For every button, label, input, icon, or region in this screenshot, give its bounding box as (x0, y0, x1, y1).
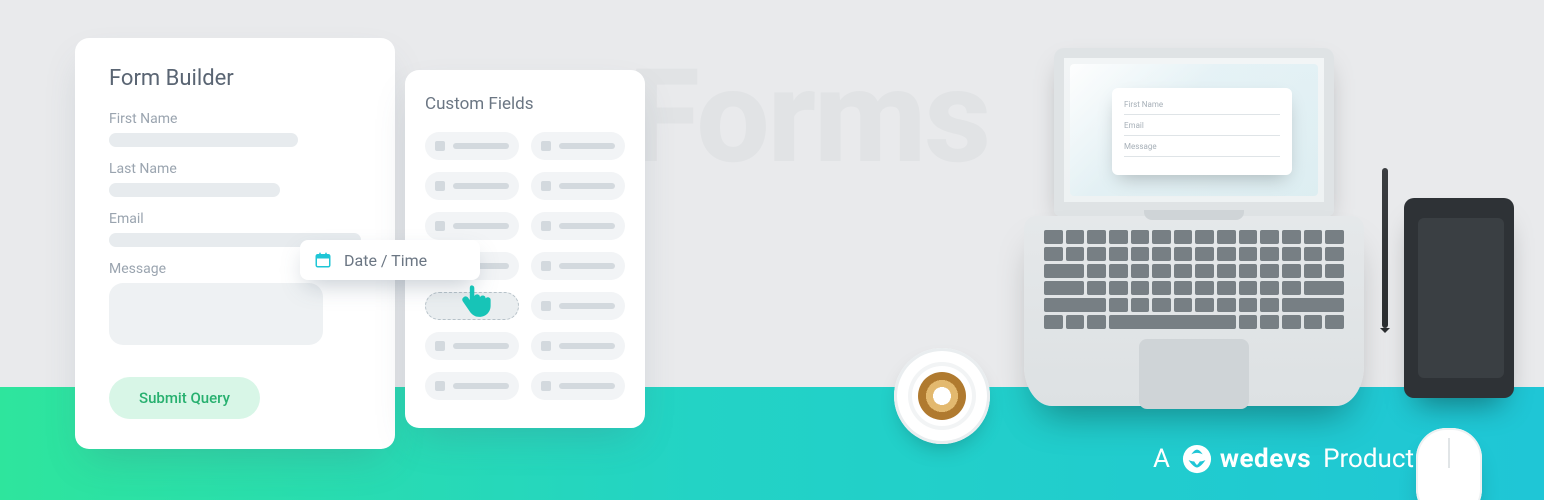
palette-item[interactable] (425, 132, 519, 160)
label-email: Email (109, 211, 361, 227)
palette-item[interactable] (531, 212, 625, 240)
laptop: First Name Email Message (1024, 48, 1364, 406)
form-builder-title: Form Builder (109, 66, 361, 91)
palette-item[interactable] (531, 292, 625, 320)
credit-suffix: Product (1323, 444, 1414, 474)
palette-item[interactable] (531, 132, 625, 160)
palette-item[interactable] (425, 372, 519, 400)
laptop-body (1024, 216, 1364, 406)
mouse (1416, 428, 1482, 500)
wedevs-logo-icon (1182, 444, 1212, 474)
promo-stage: eForms Form Builder First Name Last Name… (0, 0, 1544, 500)
wedevs-brand-text: wedevs (1220, 444, 1311, 474)
laptop-screen: First Name Email Message (1054, 48, 1334, 216)
dragging-field-chip[interactable]: Date / Time (300, 240, 480, 280)
laptop-keyboard (1044, 230, 1344, 329)
field-first-name[interactable]: First Name (109, 111, 361, 147)
credit-line: A wedevs Product (1153, 444, 1414, 474)
custom-fields-title: Custom Fields (425, 94, 625, 114)
credit-prefix: A (1153, 444, 1170, 474)
dragging-field-label: Date / Time (344, 251, 427, 270)
drawing-tablet (1404, 198, 1514, 398)
input-first-name[interactable] (109, 133, 298, 147)
palette-item[interactable] (531, 172, 625, 200)
mini-label-email: Email (1124, 121, 1280, 130)
laptop-trackpad (1139, 339, 1249, 409)
coffee-cup (894, 348, 990, 444)
palette-item[interactable] (425, 172, 519, 200)
input-message[interactable] (109, 283, 323, 345)
stylus-pen (1382, 168, 1388, 328)
desk-scene: First Name Email Message (984, 48, 1504, 468)
mini-label-first: First Name (1124, 100, 1280, 109)
palette-item[interactable] (531, 332, 625, 360)
input-last-name[interactable] (109, 183, 280, 197)
palette-item[interactable] (425, 212, 519, 240)
palette-item[interactable] (531, 252, 625, 280)
submit-button[interactable]: Submit Query (109, 377, 260, 419)
calendar-icon (314, 251, 332, 269)
label-first-name: First Name (109, 111, 361, 127)
palette-item[interactable] (425, 332, 519, 360)
mini-label-message: Message (1124, 142, 1280, 151)
wedevs-brand: wedevs (1182, 444, 1311, 474)
mini-form-preview: First Name Email Message (1112, 88, 1292, 175)
field-last-name[interactable]: Last Name (109, 161, 361, 197)
palette-item[interactable] (531, 372, 625, 400)
pointer-hand-icon (458, 282, 494, 318)
label-last-name: Last Name (109, 161, 361, 177)
